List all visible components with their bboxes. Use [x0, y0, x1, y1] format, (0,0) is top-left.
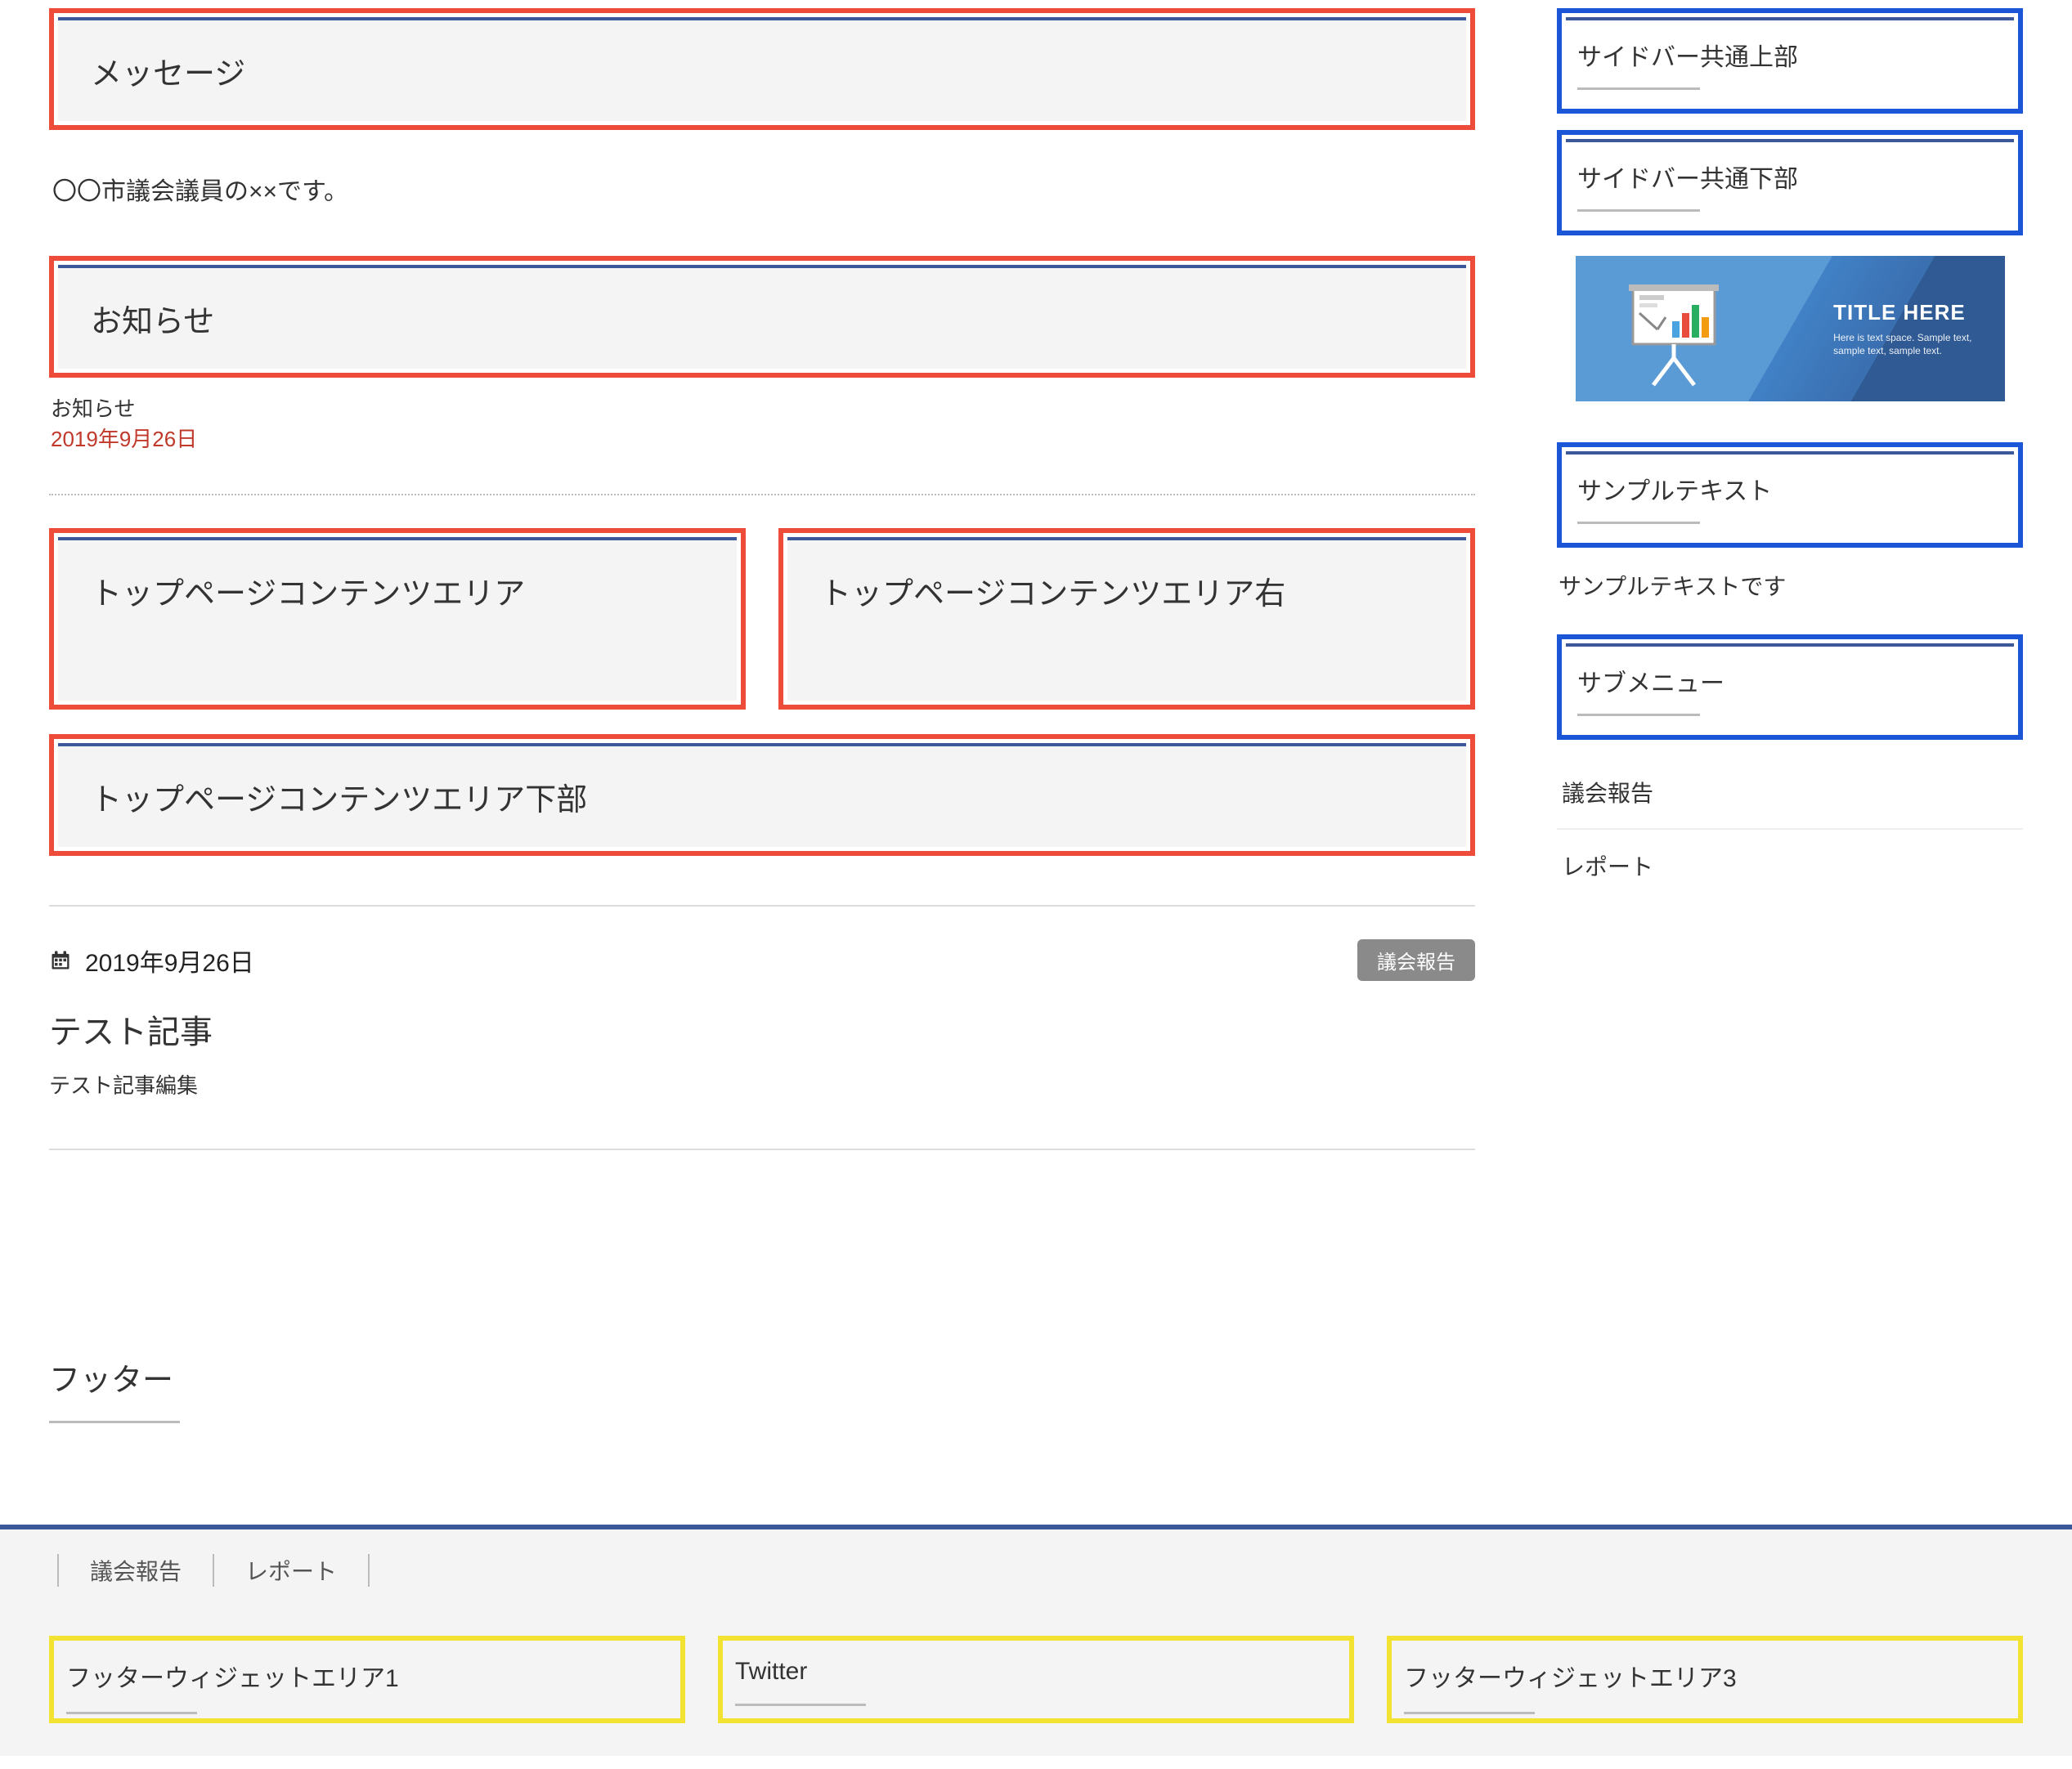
post-meta: 2019年9月26日 議会報告	[49, 939, 1475, 981]
message-heading: メッセージ	[91, 48, 1433, 93]
news-label: お知らせ	[51, 392, 1475, 423]
message-section: メッセージ	[58, 17, 1466, 121]
footer-widget-2: Twitter	[727, 1645, 1345, 1706]
sidebar-banner[interactable]: TITLE HERE Here is text space. Sample te…	[1576, 256, 2005, 401]
footer-widget-2-outline: Twitter	[718, 1636, 1354, 1723]
footer-widget-3-title: フッターウィジェットエリア3	[1404, 1658, 2006, 1714]
footer-widget-1: フッターウィジェットエリア1	[58, 1645, 676, 1714]
calendar-icon	[49, 949, 72, 972]
sidebar-top-heading: サイドバー共通上部	[1577, 37, 2002, 103]
top-right-outline: トップページコンテンツエリア右	[778, 528, 1475, 710]
intro-text: 〇〇市議会議員の××です。	[52, 171, 1475, 207]
top-left-outline: トップページコンテンツエリア	[49, 528, 746, 710]
post-date: 2019年9月26日	[85, 943, 254, 979]
post-excerpt: テスト記事編集	[49, 1069, 1475, 1099]
footer-widget-3-outline: フッターウィジェットエリア3	[1387, 1636, 2023, 1723]
top-right-section: トップページコンテンツエリア右	[787, 537, 1466, 701]
top-bottom-section: トップページコンテンツエリア下部	[58, 743, 1466, 847]
sidebar-bottom-section: サイドバー共通下部	[1566, 139, 2014, 225]
footer-nav-link[interactable]: 議会報告	[57, 1554, 214, 1587]
sidebar-bottom-heading: サイドバー共通下部	[1577, 159, 2002, 225]
footer-widget-2-title: Twitter	[735, 1658, 1337, 1706]
sidebar-sample-outline: サンプルテキスト	[1557, 442, 2023, 548]
sidebar-bottom-outline: サイドバー共通下部	[1557, 130, 2023, 235]
post-date-row: 2019年9月26日	[49, 943, 254, 979]
banner-subtitle-1: Here is text space. Sample text,	[1833, 332, 1971, 345]
main-column: メッセージ 〇〇市議会議員の××です。 お知らせ お知らせ 2019年9月26日…	[49, 8, 1475, 1183]
top-bottom-outline: トップページコンテンツエリア下部	[49, 734, 1475, 856]
submenu-list: 議会報告 レポート	[1557, 756, 2023, 902]
sidebar-sample-section: サンプルテキスト	[1566, 451, 2014, 537]
banner-title: TITLE HERE	[1833, 300, 1971, 325]
news-section-outline: お知らせ	[49, 256, 1475, 378]
presentation-board-icon	[1617, 280, 1731, 392]
sidebar-sample-heading: サンプルテキスト	[1577, 471, 2002, 537]
submenu-item[interactable]: レポート	[1557, 830, 2023, 902]
sidebar: サイドバー共通上部 サイドバー共通下部	[1557, 8, 2023, 1183]
top-right-heading: トップページコンテンツエリア右	[820, 568, 1433, 613]
banner-text: TITLE HERE Here is text space. Sample te…	[1833, 300, 1971, 357]
sidebar-submenu-outline: サブメニュー	[1557, 634, 2023, 740]
footer-heading: フッター	[49, 1355, 2023, 1443]
submenu-item[interactable]: 議会報告	[1557, 756, 2023, 830]
sidebar-submenu-heading: サブメニュー	[1577, 663, 2002, 729]
footer-widget-3: フッターウィジェットエリア3	[1396, 1645, 2014, 1714]
sidebar-sample-text: サンプルテキストです	[1558, 569, 2021, 602]
sidebar-submenu-section: サブメニュー	[1566, 643, 2014, 729]
banner-subtitle-2: sample text, sample text.	[1833, 345, 1971, 358]
top-bottom-heading: トップページコンテンツエリア下部	[91, 774, 1433, 819]
sidebar-top-section: サイドバー共通上部	[1566, 17, 2014, 103]
post-title[interactable]: テスト記事	[49, 1005, 1475, 1053]
sidebar-top-outline: サイドバー共通上部	[1557, 8, 2023, 114]
separator-2	[49, 1149, 1475, 1150]
footer-widget-1-outline: フッターウィジェットエリア1	[49, 1636, 685, 1723]
post-category-tag[interactable]: 議会報告	[1357, 939, 1475, 981]
news-section: お知らせ	[58, 265, 1466, 369]
top-left-heading: トップページコンテンツエリア	[91, 568, 704, 613]
message-section-outline: メッセージ	[49, 8, 1475, 130]
top-left-section: トップページコンテンツエリア	[58, 537, 737, 701]
footer-band: 議会報告 レポート フッターウィジェットエリア1 Twitter フッターウィジ…	[0, 1525, 2072, 1756]
footer-nav: 議会報告 レポート	[57, 1554, 2023, 1587]
footer-widget-1-title: フッターウィジェットエリア1	[66, 1658, 668, 1714]
news-heading: お知らせ	[91, 296, 1433, 341]
footer-nav-link[interactable]: レポート	[214, 1554, 370, 1587]
dotted-separator	[49, 494, 1475, 495]
separator	[49, 905, 1475, 907]
news-date[interactable]: 2019年9月26日	[51, 423, 1475, 453]
